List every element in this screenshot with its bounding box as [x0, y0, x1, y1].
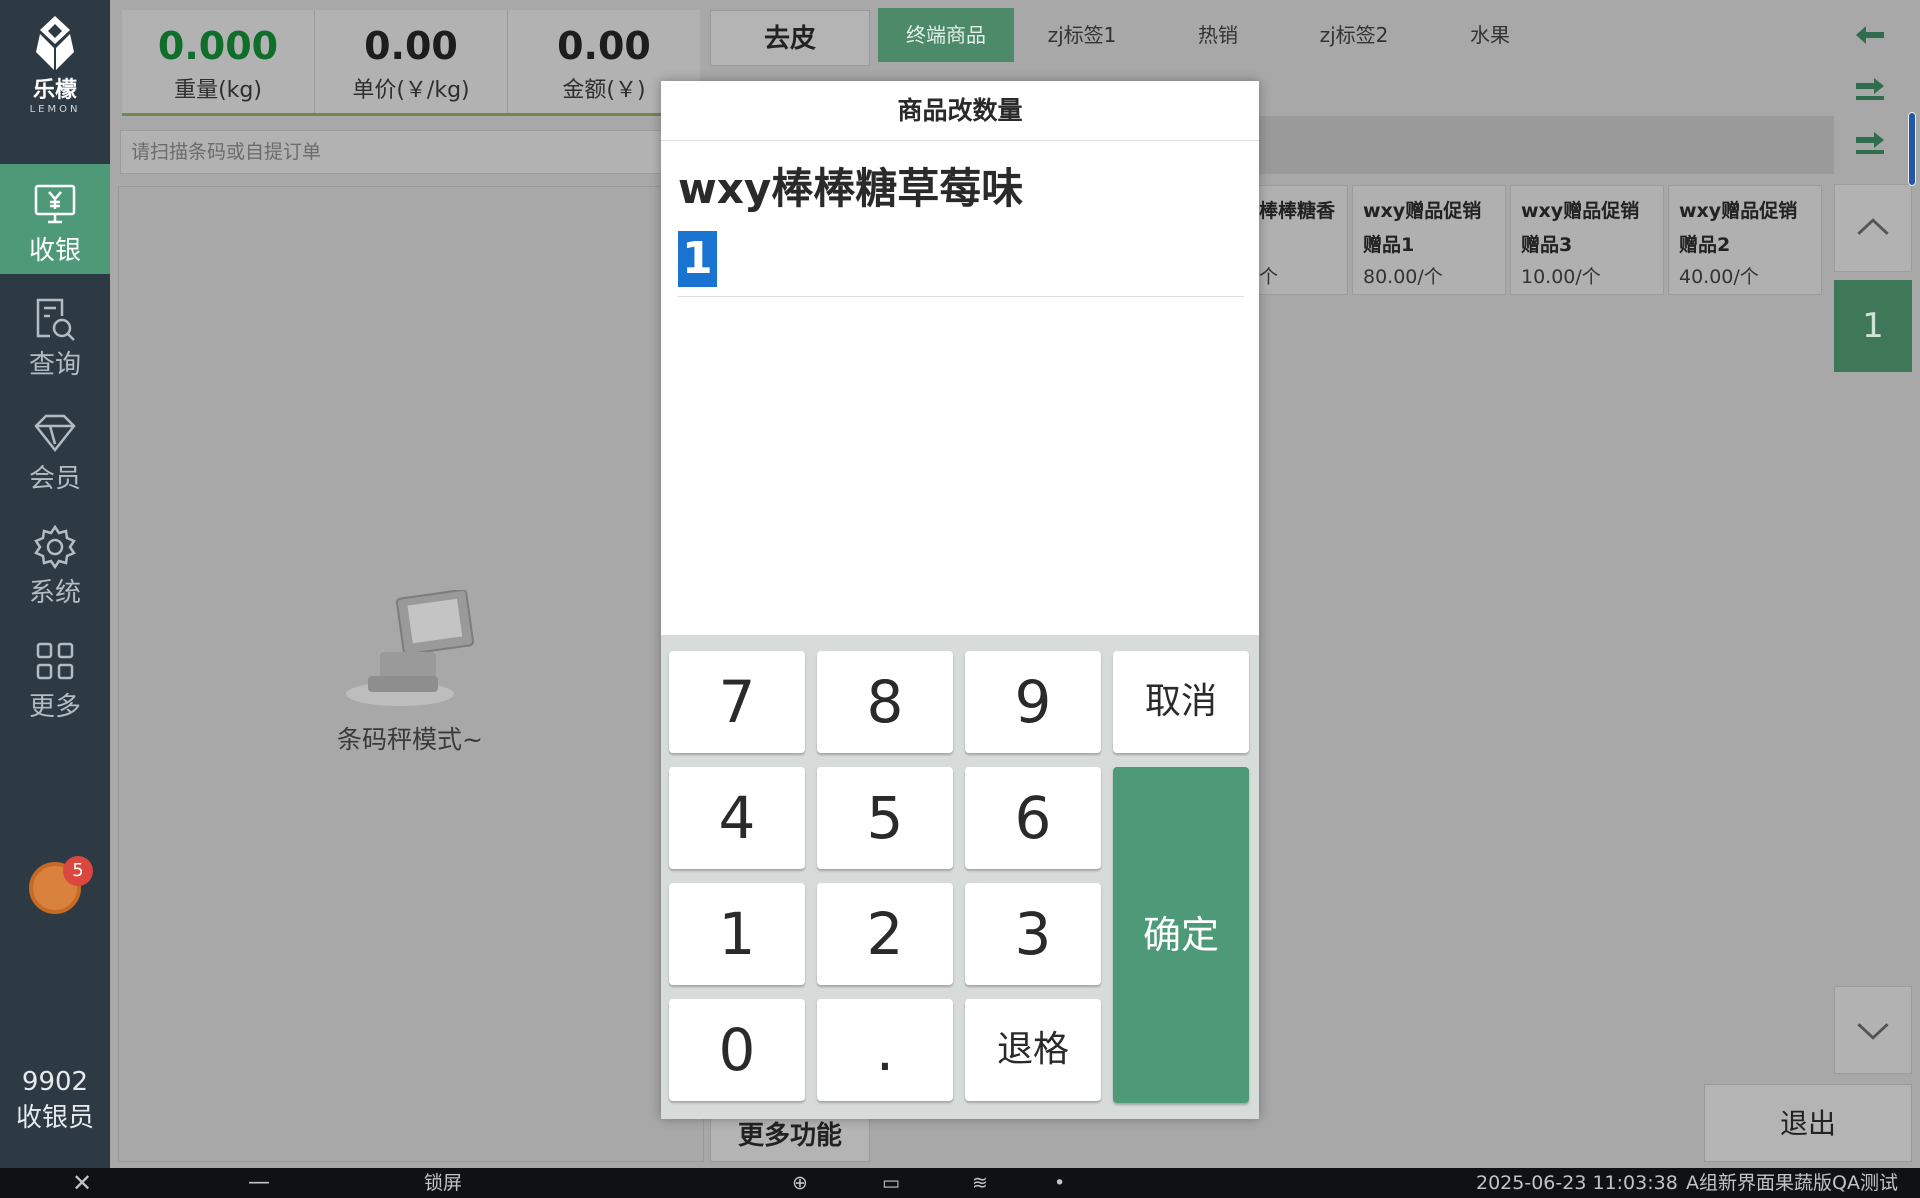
change-quantity-dialog: 商品改数量 wxy棒棒糖草莓味 1 7 8 9 取消 4 5 6 确定 1 2 … [661, 81, 1259, 1119]
backspace-button[interactable]: 退格 [965, 999, 1101, 1101]
exit-button[interactable]: 退出 [1704, 1084, 1912, 1162]
product-card[interactable]: wxy赠品促销赠品1 80.00/个 [1352, 185, 1506, 295]
amount-value: 0.00 [557, 24, 651, 68]
datetime: 2025-06-23 11:03:38 [1476, 1172, 1678, 1194]
chevron-up-icon [1857, 218, 1889, 235]
product-price: 个 [1259, 266, 1279, 288]
nav-label: 更多 [28, 692, 81, 722]
nav-system[interactable]: 系统 [0, 506, 110, 616]
product-price: 80.00/个 [1363, 266, 1443, 288]
page-down-button[interactable] [1834, 986, 1912, 1074]
page-up-button[interactable] [1834, 184, 1912, 272]
weight-label: 重量(kg) [174, 78, 262, 103]
product-filter-strip [1258, 116, 1834, 174]
key-5[interactable]: 5 [817, 767, 953, 869]
product-price: 10.00/个 [1521, 266, 1601, 288]
scrollbar[interactable] [1908, 112, 1916, 186]
key-1[interactable]: 1 [669, 883, 805, 985]
close-icon[interactable]: ✕ [72, 1168, 92, 1198]
key-2[interactable]: 2 [817, 883, 953, 985]
key-0[interactable]: 0 [669, 999, 805, 1101]
minimize-icon[interactable]: — [248, 1168, 270, 1198]
chevron-down-icon [1857, 1023, 1889, 1040]
logo: 乐檬 LEMON [0, 14, 110, 124]
logo-text: 乐檬 [32, 78, 77, 103]
dot-icon: • [1054, 1172, 1066, 1194]
dialog-title: 商品改数量 [661, 81, 1259, 141]
product-card[interactable]: wxy赠品促销赠品3 10.00/个 [1510, 185, 1664, 295]
search-document-icon [36, 298, 75, 341]
product-card[interactable]: 棒棒糖香 个 [1248, 185, 1348, 295]
key-9[interactable]: 9 [965, 651, 1101, 753]
pos-terminal-icon [346, 590, 475, 706]
product-name: wxy赠品促销赠品2 [1679, 200, 1798, 256]
globe-icon[interactable]: ⊕ [792, 1168, 808, 1198]
grid-icon [36, 642, 74, 680]
key-8[interactable]: 8 [817, 651, 953, 753]
quantity-value: 1 [678, 231, 717, 287]
nav-query[interactable]: 查询 [0, 278, 110, 388]
dialog-product-name: wxy棒棒糖草莓味 [678, 164, 1024, 213]
nav-label: 查询 [28, 350, 81, 380]
cancel-button[interactable]: 取消 [1113, 651, 1249, 753]
weight-metric: 0.000 重量(kg) [122, 10, 315, 113]
key-4[interactable]: 4 [669, 767, 805, 869]
product-price: 40.00/个 [1679, 266, 1759, 288]
weight-value: 0.000 [157, 24, 279, 68]
lock-screen-button[interactable]: 锁屏 [424, 1168, 462, 1198]
key-6[interactable]: 6 [965, 767, 1101, 869]
page-number: 1 [1834, 280, 1912, 372]
gear-icon [34, 524, 76, 570]
cashier-info: 9902 收银员 [0, 1064, 110, 1136]
tab-terminal-products[interactable]: 终端商品 [878, 8, 1014, 62]
taskbar: ✕ — 锁屏 ⊕ ▭ ≋ • 2025-06-23 11:03:38 A组新界面… [0, 1168, 1920, 1198]
unit-price-label: 单价(￥/kg) [352, 78, 470, 103]
tab-hot-sale[interactable]: 热销 [1150, 8, 1286, 62]
key-3[interactable]: 3 [965, 883, 1101, 985]
nav-more[interactable]: 更多 [0, 620, 110, 730]
lemon-logo-icon [36, 16, 74, 70]
nav-label: 会员 [28, 464, 81, 494]
tab-zj-label-1[interactable]: zj标签1 [1014, 8, 1150, 62]
category-tabs: 终端商品 zj标签1 热销 zj标签2 水果 [878, 8, 1838, 62]
nav-member[interactable]: 会员 [0, 392, 110, 502]
arrow-right-icon[interactable] [1852, 128, 1888, 158]
screen-icon[interactable]: ▭ [882, 1168, 900, 1198]
numeric-keypad: 7 8 9 取消 4 5 6 确定 1 2 3 0 . 退格 [661, 635, 1259, 1119]
key-7[interactable]: 7 [669, 651, 805, 753]
logo-subtext: LEMON [29, 104, 81, 115]
product-name: wxy赠品促销赠品3 [1521, 200, 1640, 256]
product-name: 棒棒糖香 [1259, 200, 1336, 222]
nav-label: 收银 [28, 236, 81, 266]
product-name: wxy赠品促销赠品1 [1363, 200, 1482, 256]
store-name: A组新界面果蔬版QA测试 [1686, 1172, 1898, 1194]
tab-zj-label-2[interactable]: zj标签2 [1286, 8, 1422, 62]
nav-label: 系统 [28, 578, 81, 608]
unit-price-metric: 0.00 单价(￥/kg) [315, 10, 508, 113]
cashier-role: 收银员 [15, 1103, 94, 1133]
tare-button[interactable]: 去皮 [710, 10, 870, 66]
arrow-right-icon[interactable] [1852, 74, 1888, 104]
cashier-id: 9902 [21, 1067, 89, 1097]
key-dot[interactable]: . [817, 999, 953, 1101]
cash-register-icon [34, 184, 76, 224]
scan-input[interactable]: 请扫描条码或自提订单 [120, 130, 700, 174]
notification-badge: 5 [63, 856, 93, 886]
sidebar: 乐檬 LEMON 收银 查询 会员 系统 更多 5 9902 收银员 [0, 0, 110, 1168]
diamond-icon [34, 414, 76, 453]
nav-cashier[interactable]: 收银 [0, 164, 110, 274]
confirm-button[interactable]: 确定 [1113, 767, 1249, 1103]
notification-bell-icon[interactable]: 5 [29, 856, 93, 914]
product-card[interactable]: wxy赠品促销赠品2 40.00/个 [1668, 185, 1822, 295]
empty-cart-text: 条码秤模式~ [337, 725, 483, 754]
arrow-left-icon[interactable] [1852, 20, 1888, 50]
wifi-icon[interactable]: ≋ [972, 1168, 988, 1198]
quantity-input[interactable]: 1 [678, 231, 1244, 297]
unit-price-value: 0.00 [364, 24, 458, 68]
scale-metrics: 0.000 重量(kg) 0.00 单价(￥/kg) 0.00 金额(￥) [122, 10, 700, 116]
tab-fruit[interactable]: 水果 [1422, 8, 1558, 62]
